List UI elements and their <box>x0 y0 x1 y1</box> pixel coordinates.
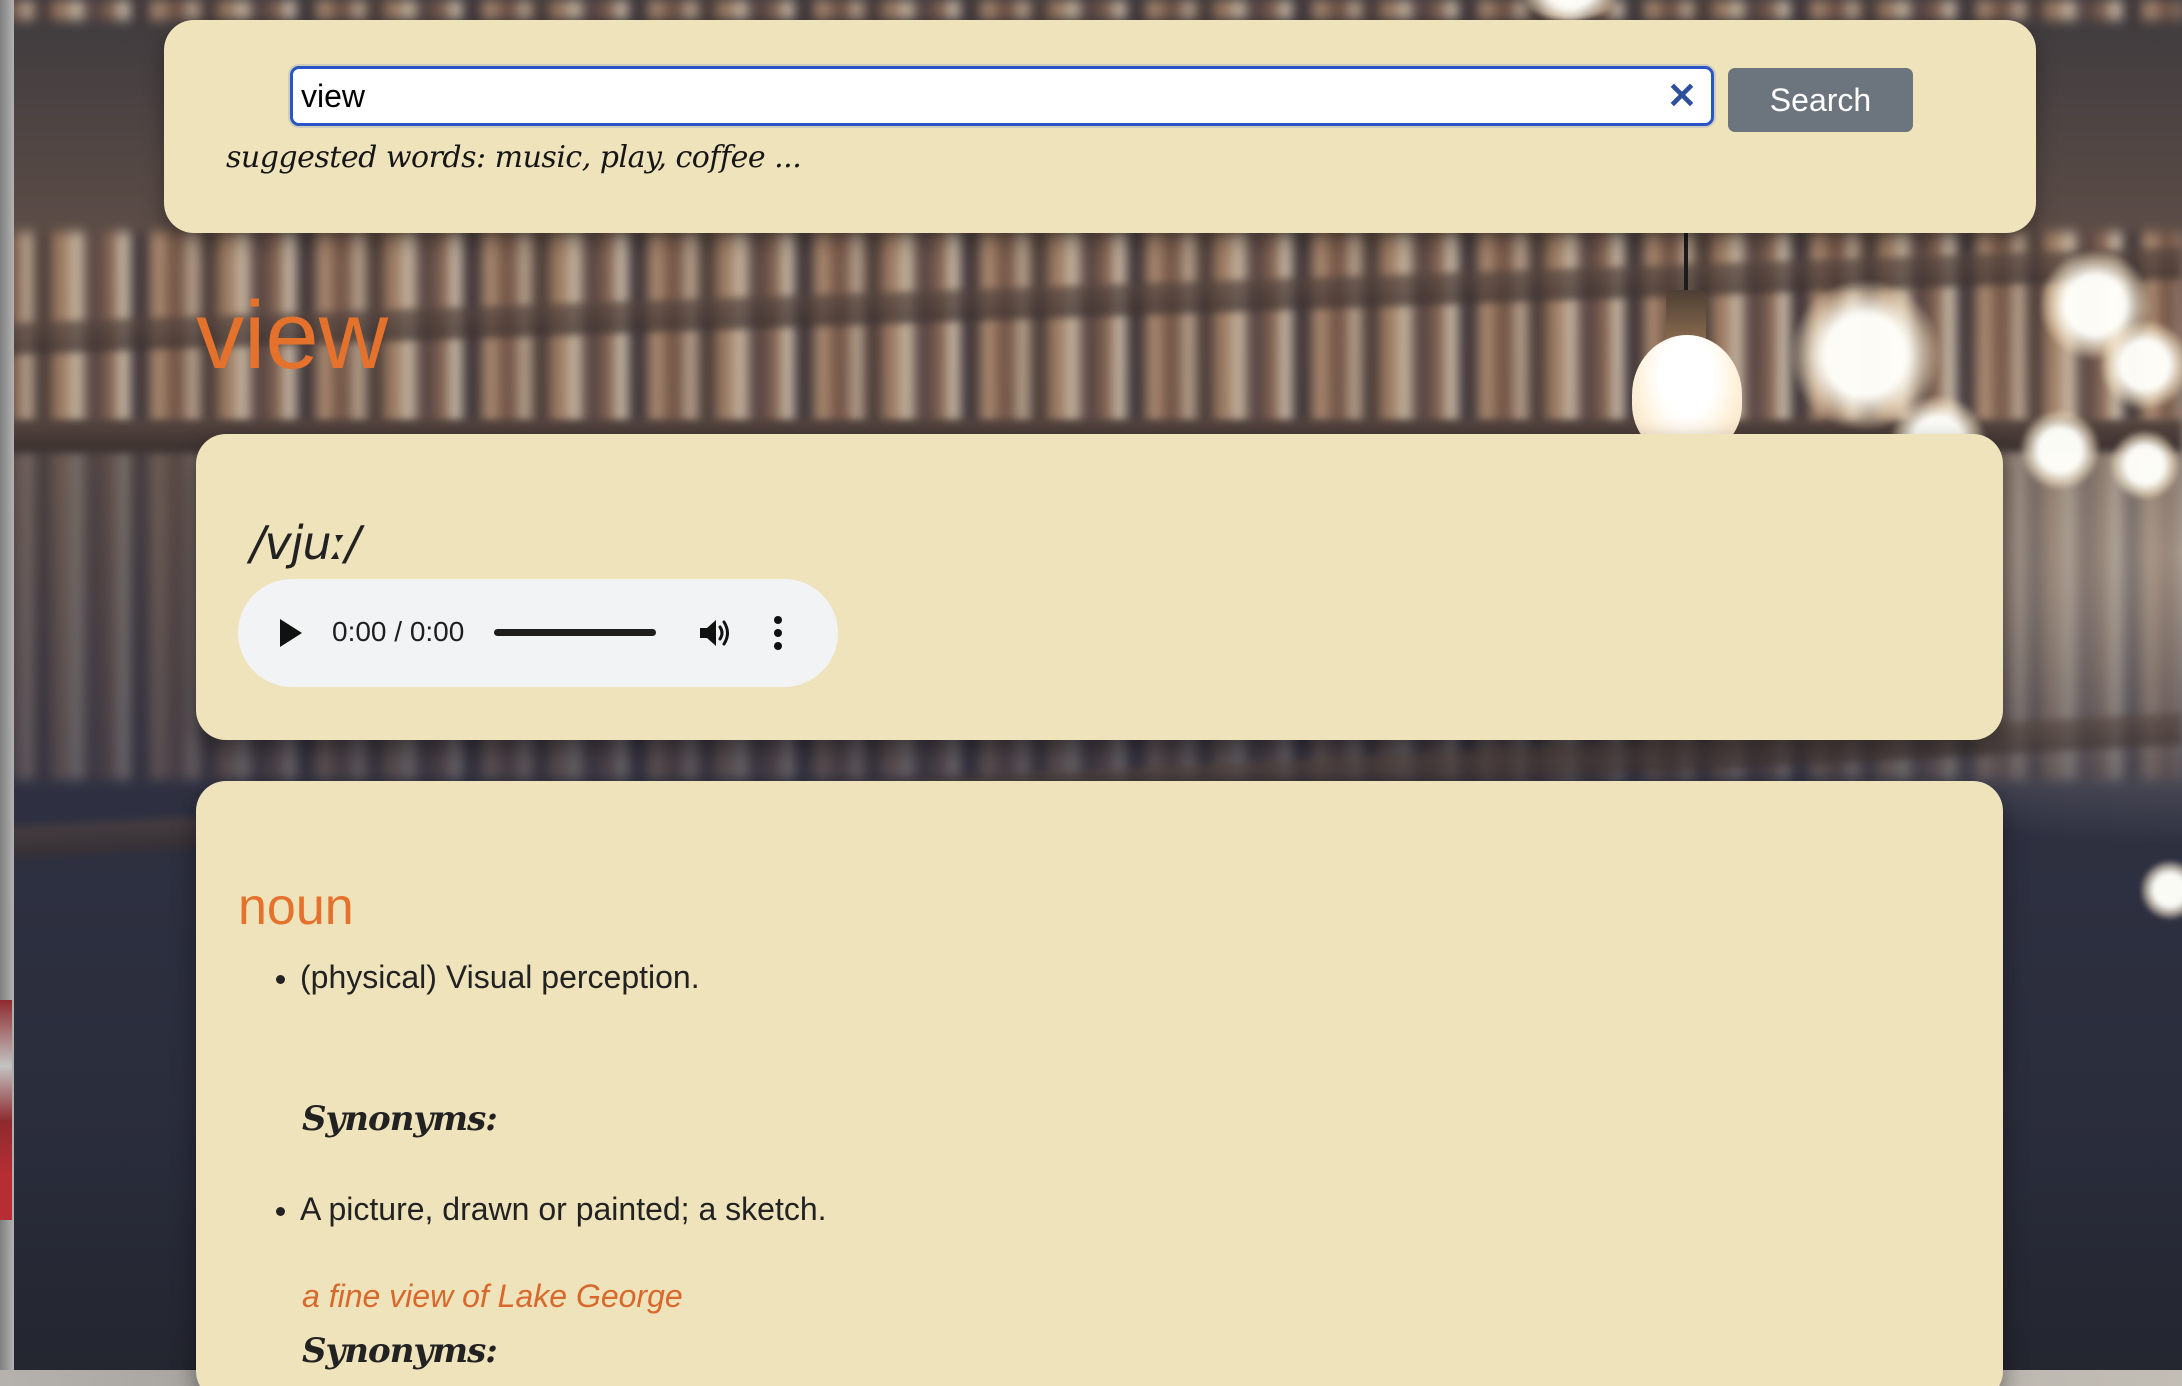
bullet <box>276 975 285 984</box>
search-panel: ✕ Search suggested words: music, play, c… <box>164 20 2036 233</box>
bokeh-light <box>2020 410 2100 490</box>
search-input[interactable] <box>301 69 1641 123</box>
definitions-card: noun (physical) Visual perception. Synon… <box>196 781 2003 1386</box>
definition-example: a fine view of Lake George <box>302 1278 683 1314</box>
audio-player[interactable]: 0:00 / 0:00 <box>238 579 838 687</box>
part-of-speech: noun <box>238 878 354 936</box>
clear-search-icon[interactable]: ✕ <box>1665 78 1699 114</box>
window-edge-accent <box>0 1000 12 1220</box>
play-icon[interactable] <box>280 619 302 647</box>
bullet <box>276 1207 285 1216</box>
audio-seek-bar[interactable] <box>494 629 656 636</box>
more-options-icon[interactable] <box>772 615 784 651</box>
search-field: ✕ <box>290 66 1714 126</box>
search-button[interactable]: Search <box>1728 68 1913 132</box>
definition-item: (physical) Visual perception. <box>300 959 700 995</box>
word-title: view <box>196 282 389 389</box>
bookshelf-top <box>0 0 2182 20</box>
bokeh-light <box>2110 430 2180 500</box>
bokeh-light <box>2140 860 2182 920</box>
phonetic-text: /vjuː/ <box>250 516 361 570</box>
synonyms-label: Synonyms: <box>302 1099 498 1139</box>
lamp-cord <box>1684 232 1688 294</box>
bokeh-light <box>2100 320 2182 410</box>
synonyms-label: Synonyms: <box>302 1331 498 1371</box>
definition-item: A picture, drawn or painted; a sketch. <box>300 1191 827 1227</box>
volume-icon[interactable] <box>698 616 734 650</box>
audio-time: 0:00 / 0:00 <box>332 616 465 647</box>
phonetic-card: /vjuː/ 0:00 / 0:00 <box>196 434 2003 740</box>
suggested-words: suggested words: music, play, coffee ... <box>226 140 802 175</box>
